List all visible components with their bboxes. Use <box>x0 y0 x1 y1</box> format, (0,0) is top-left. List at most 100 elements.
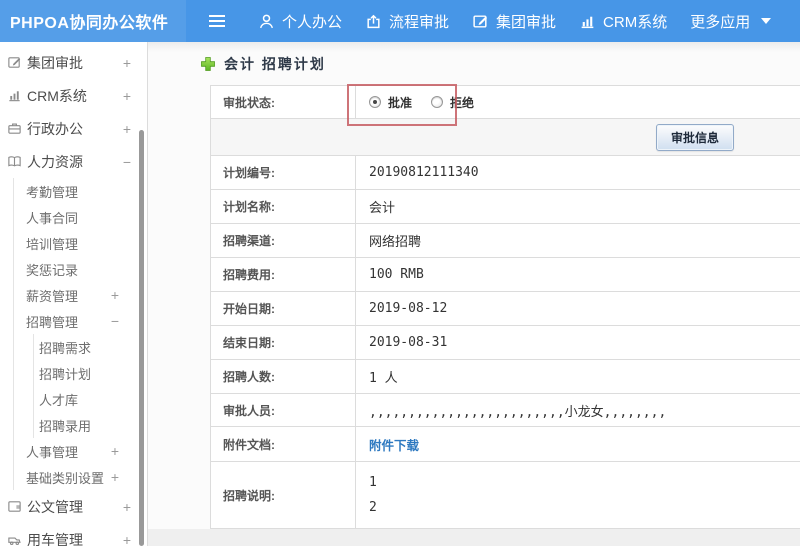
field-label: 招聘渠道: <box>211 224 356 257</box>
nav-group-approval[interactable]: 集团审批 <box>472 11 556 32</box>
sidebar-item-recruit-plan[interactable]: 招聘计划 <box>34 360 147 386</box>
sidebar-item-recruit-hire[interactable]: 招聘录用 <box>34 412 147 438</box>
sidebar-item-label: 招聘管理 <box>26 314 79 330</box>
field-value: ,,,,,,,,,,,,,,,,,,,,,,,,,小龙女,,,,,,,, <box>369 404 667 420</box>
sidebar-item-recruit-demand[interactable]: 招聘需求 <box>34 334 147 360</box>
collapse-minus-icon[interactable]: − <box>111 313 119 329</box>
form-row-attachment: 附件文档: 附件下载 <box>211 427 800 462</box>
sidebar-item-attendance[interactable]: 考勤管理 <box>14 178 147 204</box>
field-value: 20190812111340 <box>369 165 479 180</box>
sidebar-item-talent-pool[interactable]: 人才库 <box>34 386 147 412</box>
sidebar-item-base-category[interactable]: 基础类别设置 + <box>14 464 147 490</box>
field-label: 开始日期: <box>211 292 356 325</box>
sidebar-item-label: 人力资源 <box>27 153 83 170</box>
menu-toggle-button[interactable] <box>200 8 234 34</box>
field-label: 审批状态: <box>211 86 356 118</box>
sidebar-item-label: 人事管理 <box>26 444 79 460</box>
expand-plus-icon[interactable]: + <box>111 287 119 303</box>
expand-plus-icon[interactable]: + <box>111 469 119 485</box>
field-label: 附件文档: <box>211 427 356 461</box>
field-value: 2019-08-31 <box>369 335 448 350</box>
process-upload-icon <box>367 14 380 28</box>
field-label: 招聘费用: <box>211 258 356 291</box>
sidebar-item-label: 用车管理 <box>27 531 83 546</box>
field-value: 100 RMB <box>369 267 424 282</box>
radio-approve[interactable] <box>369 96 381 108</box>
add-plus-icon[interactable] <box>200 56 216 72</box>
form-row-end-date: 结束日期: 2019-08-31 <box>211 326 800 360</box>
field-value: 附件下载 <box>356 427 800 461</box>
car-icon <box>7 532 22 546</box>
attachment-download-link[interactable]: 附件下载 <box>369 435 419 454</box>
sidebar-item-label: 薪资管理 <box>26 288 79 304</box>
form-row-actions: 审批信息 <box>211 119 800 156</box>
field-value: 1 人 <box>369 371 398 386</box>
nav-crm-system[interactable]: CRM系统 <box>579 11 667 32</box>
hr-submenu: 考勤管理 人事合同 培训管理 奖惩记录 薪资管理 + 招聘管理 − 招聘需求 招… <box>13 178 147 490</box>
sidebar-item-label: 招聘录用 <box>39 418 92 434</box>
main-content: 会计 招聘计划 审批状态: 批准 拒绝 审批信息 计划编号: 201908121… <box>148 42 800 546</box>
nav-label: 集团审批 <box>496 13 557 31</box>
sidebar-item-label: 人事合同 <box>26 210 79 226</box>
content-footer-area <box>148 529 800 546</box>
sidebar-item-label: 招聘需求 <box>39 340 92 356</box>
sidebar-item-recruit-mgmt[interactable]: 招聘管理 − <box>14 308 147 334</box>
sidebar-item-hr-contract[interactable]: 人事合同 <box>14 204 147 230</box>
expand-plus-icon[interactable]: + <box>123 55 131 71</box>
caret-down-icon <box>761 18 772 24</box>
sidebar-item-label: 招聘计划 <box>39 366 92 382</box>
bar-chart-icon <box>7 88 22 103</box>
document-icon <box>7 499 22 514</box>
bar-chart-icon <box>581 16 594 28</box>
sidebar-item-salary[interactable]: 薪资管理 + <box>14 282 147 308</box>
field-label: 计划编号: <box>211 156 356 189</box>
sidebar-item-label: 考勤管理 <box>26 184 79 200</box>
approval-info-button[interactable]: 审批信息 <box>655 123 734 151</box>
sidebar-item-personnel-mgmt[interactable]: 人事管理 + <box>14 438 147 464</box>
status-radio-group: 批准 拒绝 <box>356 86 800 118</box>
sidebar-menu: 集团审批 + CRM系统 + 行政办公 + 人力资源 − 考勤管理 人事合同 培… <box>0 42 148 546</box>
sidebar-item-group-approval[interactable]: 集团审批 + <box>0 46 147 79</box>
sidebar-item-hr[interactable]: 人力资源 − <box>0 145 147 178</box>
form-row-headcount: 招聘人数: 1 人 <box>211 360 800 394</box>
radio-reject[interactable] <box>431 96 444 108</box>
field-value: 会计 <box>369 201 396 216</box>
nav-process-approval[interactable]: 流程审批 <box>365 11 449 32</box>
sidebar-item-vehicles[interactable]: 用车管理 + <box>0 523 147 546</box>
sidebar-item-rewards[interactable]: 奖惩记录 <box>14 256 147 282</box>
collapse-minus-icon[interactable]: − <box>123 154 131 170</box>
expand-plus-icon[interactable]: + <box>123 88 131 104</box>
nav-label: 更多应用 <box>690 13 751 31</box>
sidebar-scrollbar[interactable] <box>139 130 144 546</box>
nav-label: 流程审批 <box>389 13 450 31</box>
radio-reject-label: 拒绝 <box>450 95 475 110</box>
person-icon <box>259 14 274 28</box>
sidebar-item-crm[interactable]: CRM系统 + <box>0 79 147 112</box>
nav-label: CRM系统 <box>603 13 668 31</box>
form-row-plan-name: 计划名称: 会计 <box>211 190 800 224</box>
expand-plus-icon[interactable]: + <box>123 121 131 137</box>
nav-personal-office[interactable]: 个人办公 <box>258 11 342 32</box>
sidebar-item-admin-office[interactable]: 行政办公 + <box>0 112 147 145</box>
sidebar-item-documents[interactable]: 公文管理 + <box>0 490 147 523</box>
sidebar-item-training[interactable]: 培训管理 <box>14 230 147 256</box>
expand-plus-icon[interactable]: + <box>123 499 131 515</box>
field-label: 结束日期: <box>211 326 356 359</box>
field-value: 2019-08-12 <box>369 301 448 316</box>
field-label: 招聘说明: <box>211 462 356 528</box>
sidebar-item-label: 培训管理 <box>26 236 79 252</box>
app-logo: PHPOA协同办公软件 <box>10 15 169 32</box>
top-nav-menu: 个人办公 流程审批 集团审批 CRM系统 更多应用 <box>258 11 794 32</box>
nav-more-apps[interactable]: 更多应用 <box>690 11 772 32</box>
form-row-channel: 招聘渠道: 网络招聘 <box>211 224 800 258</box>
sidebar-item-label: 人才库 <box>39 392 79 408</box>
sidebar-item-label: CRM系统 <box>27 87 87 104</box>
nav-label: 个人办公 <box>282 13 343 31</box>
field-value: 1 2 <box>369 475 377 515</box>
form-row-cost: 招聘费用: 100 RMB <box>211 258 800 292</box>
expand-plus-icon[interactable]: + <box>123 532 131 546</box>
approval-form-table: 审批状态: 批准 拒绝 审批信息 计划编号: 20190812111340 计划… <box>210 85 800 529</box>
field-label: 招聘人数: <box>211 360 356 393</box>
expand-plus-icon[interactable]: + <box>111 443 119 459</box>
edit-icon <box>7 55 22 70</box>
